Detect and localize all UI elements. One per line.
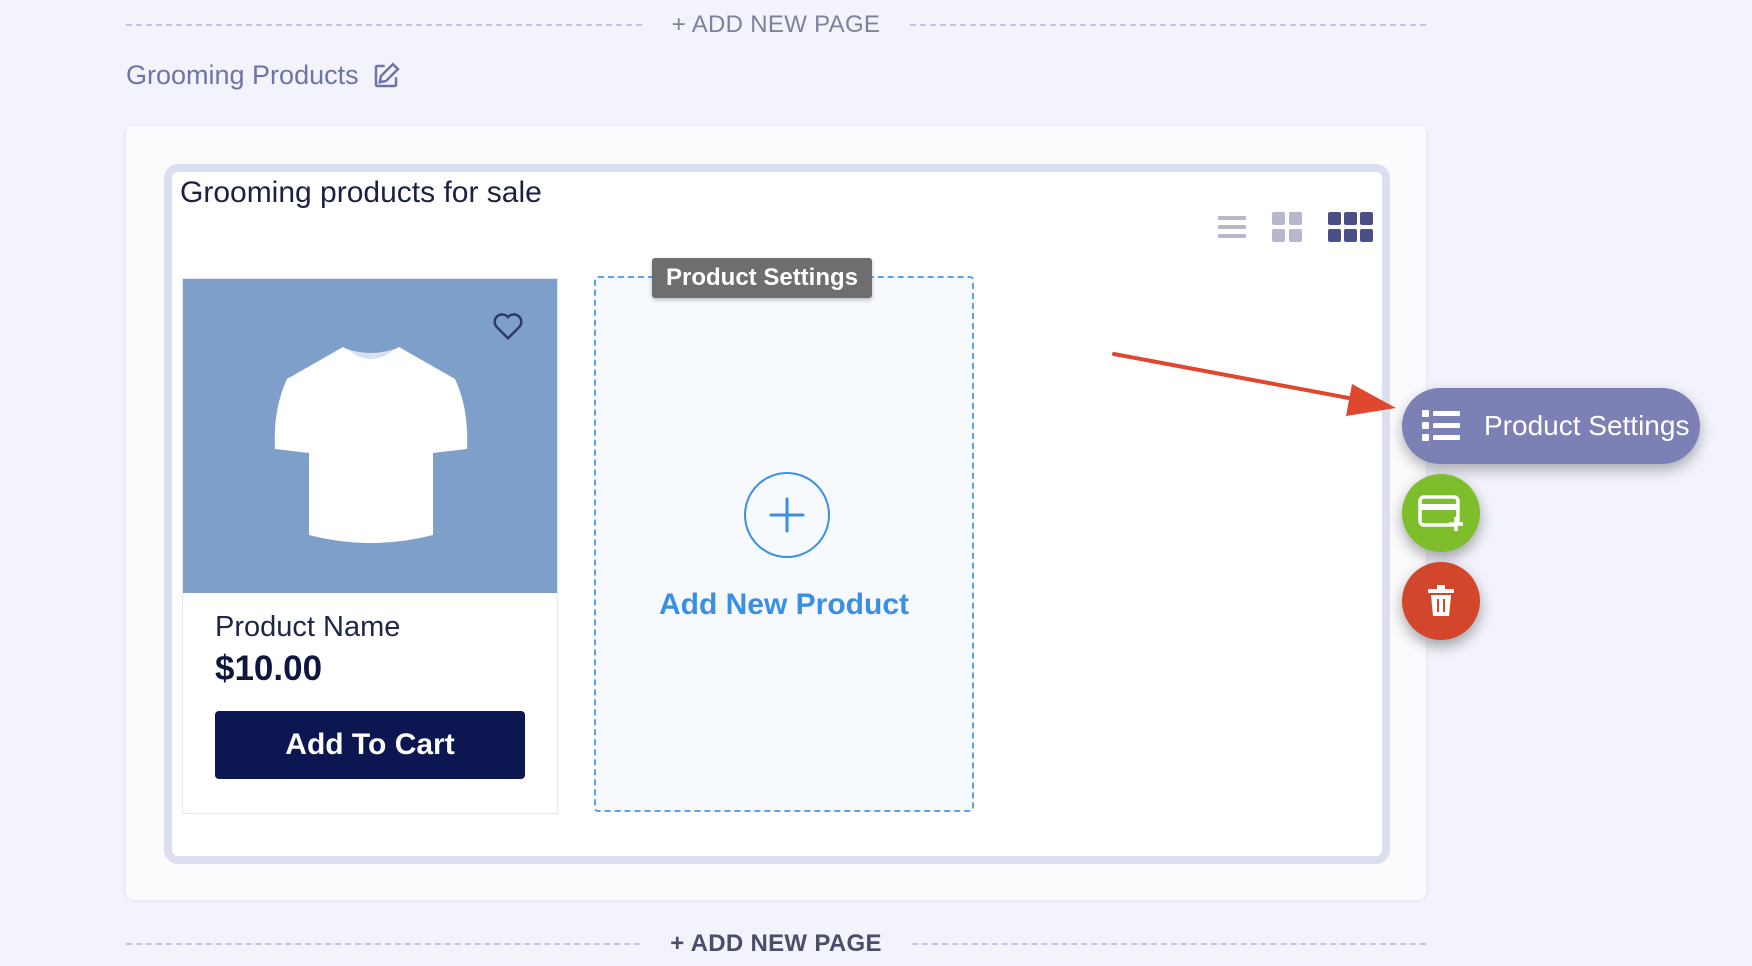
add-new-page-top-row: + ADD NEW PAGE — [126, 10, 1427, 40]
add-to-cart-button[interactable]: Add To Cart — [215, 711, 525, 779]
add-new-page-bottom-row: + ADD NEW PAGE — [126, 929, 1426, 959]
trash-icon — [1428, 585, 1454, 616]
add-payment-button[interactable] — [1402, 474, 1480, 552]
page-card: Grooming products for sale Product Name … — [126, 126, 1426, 900]
add-product-plus-button[interactable] — [744, 472, 830, 558]
product-price: $10.00 — [215, 649, 323, 688]
grid-2-view-icon[interactable] — [1272, 212, 1302, 242]
list-view-icon[interactable] — [1218, 213, 1246, 241]
divider — [911, 943, 1426, 945]
edit-icon[interactable] — [371, 61, 401, 91]
add-new-product-placeholder[interactable]: Product Settings Add New Product — [594, 258, 974, 812]
tshirt-icon — [274, 347, 468, 543]
delete-button[interactable] — [1402, 562, 1480, 640]
add-new-page-link[interactable]: + ADD NEW PAGE — [672, 11, 880, 39]
page-title: Grooming Products — [126, 60, 401, 91]
add-new-product-label[interactable]: Add New Product — [596, 588, 972, 622]
heart-icon[interactable] — [491, 311, 525, 341]
red-arrow-annotation — [1112, 352, 1396, 416]
product-name: Product Name — [215, 611, 401, 643]
list-settings-icon — [1422, 410, 1460, 441]
product-settings-label: Product Settings — [1484, 410, 1690, 441]
product-settings-tooltip: Product Settings — [652, 258, 873, 298]
product-settings-button[interactable]: Product Settings — [1402, 388, 1700, 464]
page-title-text: Grooming Products — [126, 60, 359, 90]
divider — [126, 943, 641, 945]
product-section[interactable]: Grooming products for sale Product Name … — [164, 164, 1390, 864]
grid-3-view-icon[interactable] — [1328, 212, 1374, 242]
card-add-icon — [1418, 495, 1463, 531]
divider — [910, 24, 1427, 26]
divider — [126, 24, 642, 26]
product-card[interactable]: Product Name $10.00 Add To Cart — [182, 278, 558, 814]
section-title: Grooming products for sale — [180, 176, 542, 209]
plus-icon — [769, 497, 805, 533]
add-new-page-link[interactable]: + ADD NEW PAGE — [670, 930, 882, 958]
product-image — [183, 279, 557, 593]
view-toggle-group — [1218, 212, 1374, 242]
